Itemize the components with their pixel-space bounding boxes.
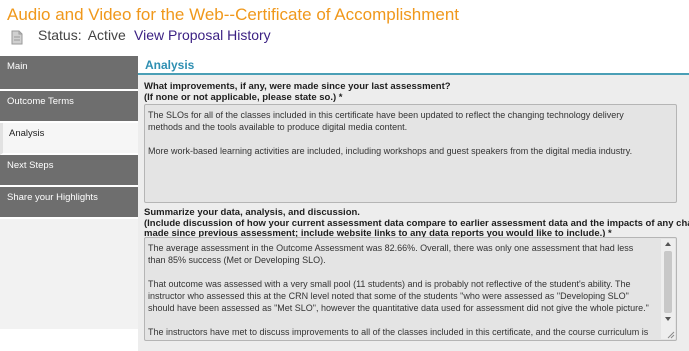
sidebar-filler — [0, 219, 138, 329]
scroll-up-arrow-icon[interactable] — [665, 242, 671, 246]
section-title: Analysis — [145, 58, 195, 72]
sidebar-item-outcome-terms[interactable]: Outcome Terms — [0, 91, 138, 123]
status-label: Status: — [38, 27, 82, 43]
answer-paragraph: The instructors have met to discuss impr… — [148, 327, 649, 337]
page-header: Audio and Video for the Web--Certificate… — [0, 0, 689, 56]
sidebar-item-share-highlights[interactable]: Share your Highlights — [0, 187, 138, 219]
status-value: Active — [87, 27, 126, 43]
question-line: What improvements, if any, were made sin… — [144, 81, 451, 92]
resize-grip-icon[interactable] — [667, 331, 675, 339]
page-title: Audio and Video for the Web--Certificate… — [7, 5, 459, 24]
answer-paragraph: That outcome was assessed with a very sm… — [148, 279, 649, 313]
sidebar-item-main[interactable]: Main — [0, 56, 138, 91]
section-heading: Analysis — [138, 56, 689, 75]
question-improvements-label: What improvements, if any, were made sin… — [144, 81, 451, 103]
status-row: Status: Active — [38, 27, 126, 43]
question-line: Summarize your data, analysis, and discu… — [144, 207, 360, 218]
improvements-textarea[interactable]: The SLOs for all of the classes included… — [144, 104, 677, 203]
answer-paragraph: The average assessment in the Outcome As… — [148, 243, 634, 265]
question-summary-label: Summarize your data, analysis, and discu… — [144, 207, 689, 240]
view-proposal-history-link[interactable]: View Proposal History — [134, 27, 271, 43]
document-icon — [11, 30, 23, 45]
answer-paragraph: More work-based learning activities are … — [148, 146, 633, 156]
question-line: (If none or not applicable, please state… — [144, 91, 343, 103]
textarea-scrollbar[interactable] — [661, 239, 675, 339]
answer-paragraph: The SLOs for all of the classes included… — [148, 110, 624, 132]
sidebar-item-analysis[interactable]: Analysis — [0, 123, 138, 155]
summary-textarea[interactable]: The average assessment in the Outcome As… — [144, 237, 677, 341]
sidebar-nav: Main Outcome Terms Analysis Next Steps S… — [0, 56, 138, 351]
sidebar-item-next-steps[interactable]: Next Steps — [0, 155, 138, 187]
main-content: Analysis What improvements, if any, were… — [138, 56, 689, 351]
scroll-down-arrow-icon[interactable] — [665, 317, 671, 321]
scroll-thumb[interactable] — [664, 251, 672, 313]
